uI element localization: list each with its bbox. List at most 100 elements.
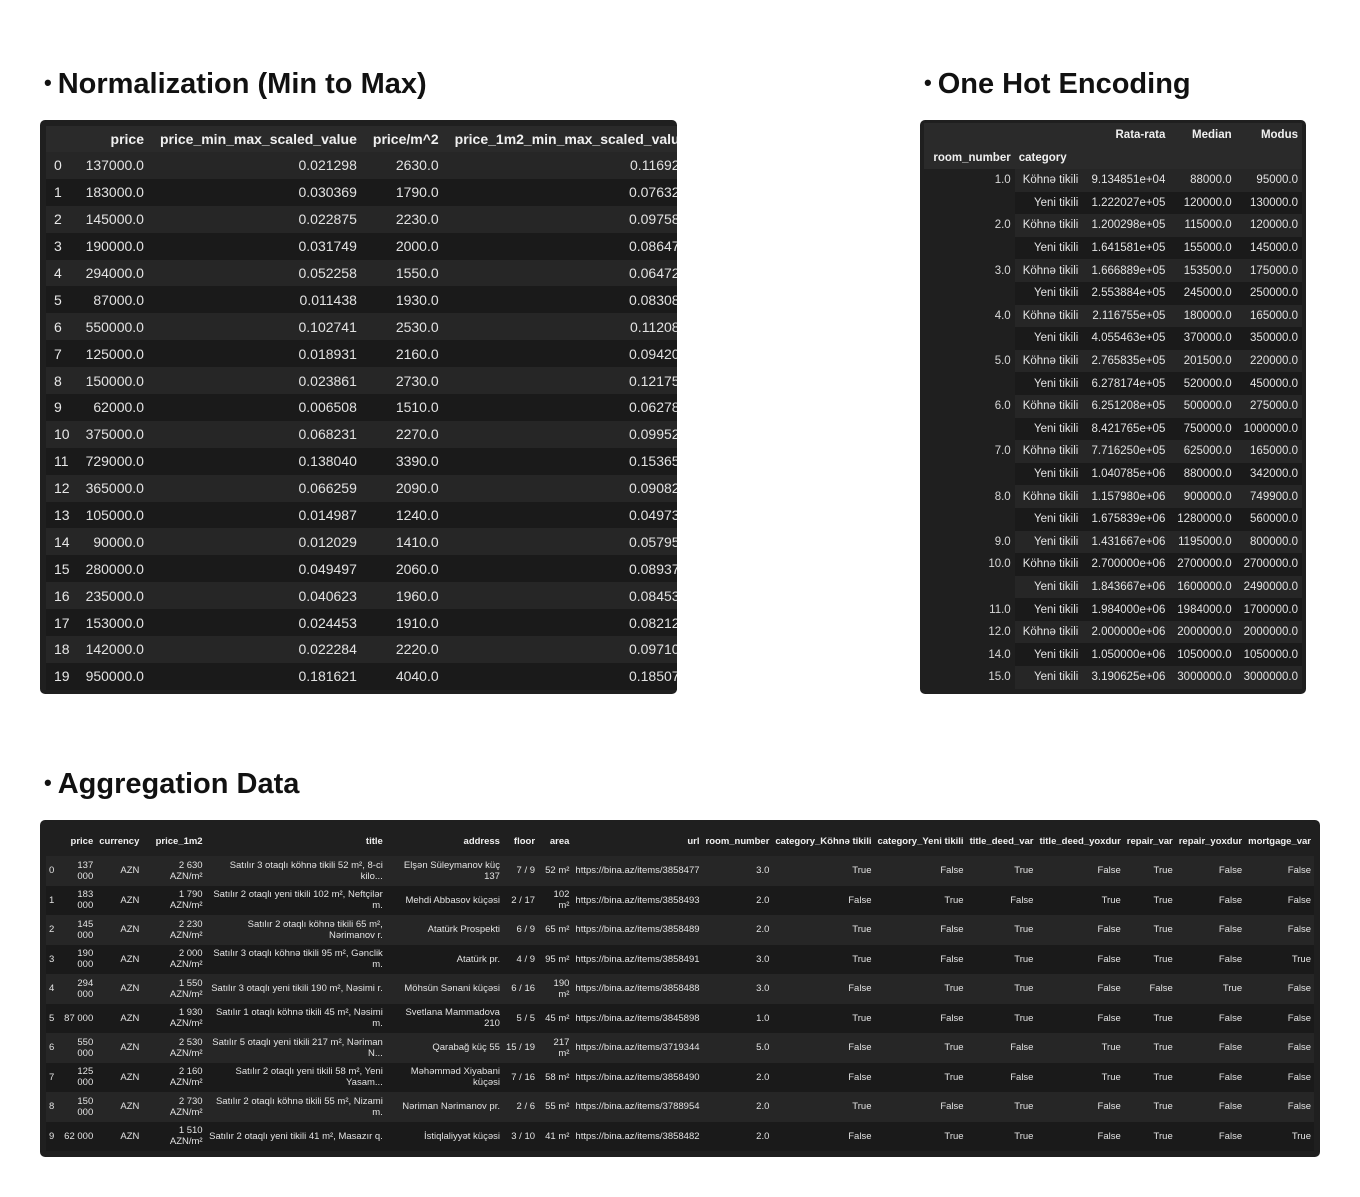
table-cell: 90000.0 (93, 533, 144, 550)
table-cell: True (1101, 1071, 1121, 1083)
table-cell: Satılır 3 otaqlı köhnə tikili 52 m², 8-c… (229, 859, 383, 882)
column-header (924, 123, 1015, 146)
table-cell: 0.116922 (630, 157, 677, 174)
table-cell: Qarabağ küç 55 (432, 1042, 500, 1054)
column-header (46, 826, 57, 856)
table-cell: Satılır 1 otaqlı köhnə tikili 45 m², Nəs… (215, 1007, 383, 1030)
table-cell: 0.011438 (299, 291, 357, 308)
empty-header-cell (1169, 146, 1235, 169)
table-cell: 130000.0 (1250, 196, 1298, 209)
table-cell: False (1010, 1042, 1034, 1054)
table-cell: False (1097, 1012, 1121, 1024)
table-cell: 6.278174e+05 (1091, 377, 1166, 390)
table-cell: AZN (120, 1012, 140, 1024)
table-cell: 7 (49, 1071, 55, 1083)
table-cell: 0.049497 (298, 560, 357, 577)
table-cell: 10 (54, 426, 70, 443)
table-cell: 450000.0 (1250, 377, 1298, 390)
table-cell: True (944, 983, 964, 995)
table-cell: True (852, 953, 872, 965)
table-cell: 235000.0 (85, 587, 144, 604)
table-cell: AZN (120, 924, 140, 936)
table-cell: 190000.0 (85, 238, 144, 255)
table-cell: Satılır 3 otaqlı yeni tikili 190 m², Nəs… (211, 983, 383, 995)
table-cell: 2700000.0 (1177, 558, 1232, 571)
table-row: 18 142000.0 0.022284 2220.0 0.097105 (46, 636, 677, 663)
table-row: Yeni tikili 1.843667e+06 1600000.0 2490000.… (924, 575, 1302, 599)
table-cell: 11.0 (924, 598, 1015, 621)
column-header: area (549, 835, 570, 847)
column-header: price_1m2_min_max_scaled_value (446, 126, 677, 152)
table-cell: 8.0 (924, 485, 1015, 508)
table-cell: Satılır 5 otaqlı yeni tikili 217 m², Nər… (212, 1036, 383, 1059)
table-cell: Yeni tikili (1034, 513, 1079, 526)
column-header: Modus (1260, 128, 1298, 141)
table-cell: 137 000 (77, 859, 94, 882)
table-cell: 1.984000e+06 (1091, 603, 1166, 616)
table-cell: 250000.0 (1250, 287, 1298, 300)
table-cell: AZN (120, 1101, 140, 1113)
table-cell: 0.022284 (298, 641, 357, 658)
table-cell: 0.021298 (298, 157, 357, 174)
table-cell: 3000000.0 (1177, 671, 1232, 684)
table-row: 17 153000.0 0.024453 1910.0 0.082121 (46, 609, 677, 637)
table-cell: İstiqlaliyyət küçəsi (423, 1130, 500, 1142)
column-header: address (463, 835, 500, 847)
table-cell: True (1153, 1071, 1173, 1083)
table-cell: 0.057954 (628, 533, 677, 550)
column-header: price (70, 835, 94, 847)
table-cell: 2270.0 (395, 426, 439, 443)
table-cell: 245000.0 (1183, 287, 1232, 300)
table-cell: https://bina.az/items/3858477 (575, 865, 700, 877)
table-cell: 1240.0 (395, 507, 439, 524)
table-cell: False (1287, 894, 1311, 906)
table-cell: False (1097, 1101, 1121, 1113)
table-cell: 1 510 AZN/m² (169, 1125, 203, 1148)
table-cell: 5 / 5 (516, 1012, 536, 1024)
table-cell: Yeni tikili (1034, 671, 1079, 684)
table-cell: 749900.0 (1250, 490, 1298, 503)
bullet-icon: • (924, 70, 932, 95)
table-cell: 2630.0 (395, 157, 439, 174)
table-cell: 625000.0 (1183, 445, 1232, 458)
table-row: Yeni tikili 1.641581e+05 155000.0 145000.0 (924, 236, 1302, 260)
table-cell: True (1014, 924, 1034, 936)
table-cell: 0.089371 (628, 560, 677, 577)
table-cell: 0.024453 (298, 614, 357, 631)
table-cell: 105000.0 (85, 507, 144, 524)
index-name-room-number: room_number (933, 151, 1011, 164)
table-cell: Köhnə tikili (1022, 490, 1079, 503)
table-cell: 15 (54, 560, 70, 577)
table-cell: 0.066259 (298, 480, 357, 497)
table-cell: Köhnə tikili (1022, 445, 1079, 458)
one-hot-heading: • One Hot Encoding (924, 68, 1191, 101)
table-cell: 0 (49, 865, 55, 877)
bullet-icon: • (44, 70, 52, 95)
table-cell: 4 / 9 (516, 953, 536, 965)
table-row: 0 137000.0 0.021298 2630.0 0.116922 (46, 152, 677, 179)
table-cell: 280000.0 (85, 560, 144, 577)
table-cell: True (1291, 1130, 1311, 1142)
table-cell: 3.0 (756, 953, 770, 965)
table-cell: Köhnə tikili (1022, 355, 1079, 368)
table-cell: False (1218, 865, 1243, 877)
table-row: 4 294 000 AZN 1 550 AZN/m² Satılır 3 otaqlı … (46, 974, 1314, 1004)
table-cell: 7 (54, 345, 62, 362)
table-cell: 145 000 (77, 918, 94, 941)
table-cell: 62 000 (64, 1130, 94, 1142)
table-cell: 14 (54, 533, 70, 550)
table-row: 0 137 000 AZN 2 630 AZN/m² Satılır 3 otaqlı … (46, 856, 1314, 886)
table-cell: 1600000.0 (1177, 580, 1232, 593)
table-cell: 1960.0 (395, 587, 439, 604)
table-cell: 6 (54, 318, 62, 335)
table-cell: True (944, 1042, 964, 1054)
table-cell: 2230.0 (395, 211, 439, 228)
table-cell: True (1101, 1042, 1121, 1054)
normalization-table: price price_min_max_scaled_value price/m^2… (46, 126, 677, 690)
table-cell: 1.200298e+05 (1091, 219, 1166, 232)
table-cell: 2.553884e+05 (1091, 287, 1166, 300)
table-cell: Köhnə tikili (1022, 174, 1079, 187)
table-cell: 2.000000e+06 (1091, 626, 1166, 639)
aggregation-table: price currency price_1m2 title address floor a… (46, 826, 1314, 1151)
table-cell: 1 (49, 894, 55, 906)
